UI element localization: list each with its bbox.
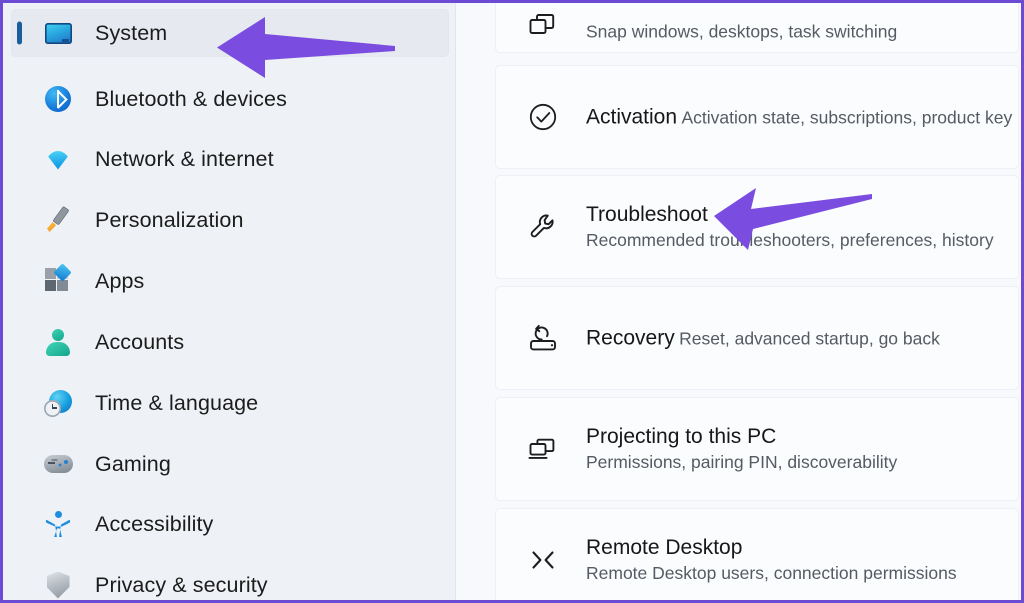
sidebar-item-label: Bluetooth & devices [95, 86, 287, 111]
settings-card-multitasking[interactable]: Snap windows, desktops, task switching [495, 3, 1019, 53]
settings-card-troubleshoot[interactable]: Troubleshoot Recommended troubleshooters… [495, 175, 1019, 279]
sidebar-item-label: Accounts [95, 329, 185, 354]
card-title: Remote Desktop [586, 536, 743, 559]
person-icon [43, 327, 73, 357]
recovery-drive-icon [524, 319, 562, 357]
multitasking-icon [524, 7, 562, 45]
card-title: Recovery [586, 326, 675, 350]
wrench-icon [524, 208, 562, 246]
sidebar-item-network-internet[interactable]: Network & internet [11, 135, 449, 183]
clock-globe-icon [43, 388, 73, 418]
sidebar-item-label: Network & internet [95, 146, 274, 171]
card-title: Projecting to this PC [586, 425, 777, 448]
card-title: Troubleshoot [586, 203, 708, 226]
bluetooth-icon [43, 84, 73, 114]
sidebar-item-label: Apps [95, 268, 145, 293]
remote-desktop-icon [524, 541, 562, 579]
accessibility-icon [43, 509, 73, 539]
wifi-icon [43, 144, 73, 174]
sidebar-item-system[interactable]: System [11, 9, 449, 57]
selection-indicator [17, 21, 22, 45]
settings-card-remote-desktop[interactable]: Remote Desktop Remote Desktop users, con… [495, 508, 1019, 600]
sidebar-item-personalization[interactable]: Personalization [11, 196, 449, 244]
sidebar-item-label: Privacy & security [95, 572, 268, 597]
sidebar-item-accessibility[interactable]: Accessibility [11, 500, 449, 548]
sidebar-item-privacy-security[interactable]: Privacy & security [11, 561, 449, 600]
card-subtitle: Remote Desktop users, connection permiss… [586, 563, 957, 583]
card-subtitle: Permissions, pairing PIN, discoverabilit… [586, 452, 898, 472]
gamepad-icon [43, 449, 73, 479]
sidebar-item-label: Time & language [95, 390, 259, 415]
settings-sidebar: System Bluetooth & devices Network & int… [3, 3, 455, 600]
sidebar-item-label: System [95, 20, 168, 45]
sidebar-item-label: Personalization [95, 207, 244, 232]
settings-card-activation[interactable]: Activation Activation state, subscriptio… [495, 65, 1019, 169]
paintbrush-icon [43, 205, 73, 235]
settings-window: System Bluetooth & devices Network & int… [0, 0, 1024, 603]
system-settings-list: Snap windows, desktops, task switching A… [455, 3, 1021, 600]
sidebar-item-label: Accessibility [95, 511, 214, 536]
monitor-icon [43, 18, 73, 48]
shield-icon [43, 570, 73, 600]
card-subtitle: Activation state, subscriptions, product… [681, 107, 1013, 128]
check-circle-icon [524, 98, 562, 136]
card-subtitle: Reset, advanced startup, go back [679, 328, 940, 349]
sidebar-item-gaming[interactable]: Gaming [11, 440, 449, 488]
sidebar-item-accounts[interactable]: Accounts [11, 318, 449, 366]
projecting-screens-icon [524, 430, 562, 468]
settings-card-projecting-to-this-pc[interactable]: Projecting to this PC Permissions, pairi… [495, 397, 1019, 501]
settings-card-recovery[interactable]: Recovery Reset, advanced startup, go bac… [495, 286, 1019, 390]
sidebar-item-apps[interactable]: Apps [11, 257, 449, 305]
sidebar-item-label: Gaming [95, 451, 171, 476]
card-title: Activation [586, 105, 678, 129]
card-subtitle: Recommended troubleshooters, preferences… [586, 230, 994, 250]
card-subtitle: Snap windows, desktops, task switching [586, 21, 898, 42]
sidebar-item-time-language[interactable]: Time & language [11, 379, 449, 427]
apps-grid-icon [43, 263, 73, 296]
sidebar-item-bluetooth-devices[interactable]: Bluetooth & devices [11, 75, 449, 123]
